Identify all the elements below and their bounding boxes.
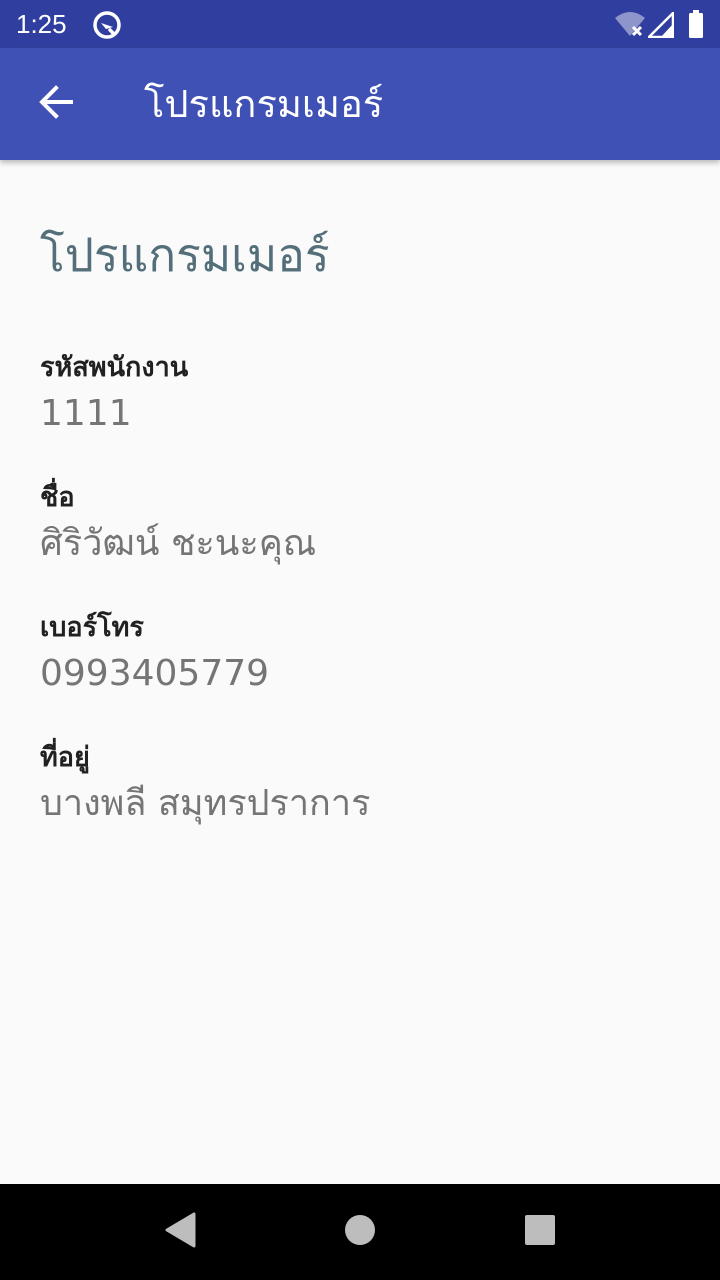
name-value: ศิริวัฒน์ ชะนะคุณ [40, 523, 317, 564]
address-field: ที่อยู่ บางพลี สมุทรปราการ [40, 740, 680, 828]
app-bar: โปรแกรมเมอร์ [0, 48, 720, 160]
app-bar-title: โปรแกรมเมอร์ [144, 82, 384, 126]
navigation-bar [0, 1184, 720, 1280]
signal-icon [647, 11, 675, 39]
employee-id-field: รหัสพนักงาน 1111 [40, 350, 680, 438]
nav-back-icon [164, 1212, 196, 1252]
nav-home-icon [344, 1214, 376, 1250]
app-notification-icon [92, 10, 122, 40]
battery-icon [688, 10, 704, 38]
nav-recents-icon [524, 1214, 556, 1250]
nav-back-button[interactable] [156, 1208, 204, 1256]
nav-home-button[interactable] [336, 1208, 384, 1256]
employee-id-value: 1111 [40, 393, 132, 434]
wifi-icon [614, 10, 646, 38]
position-title: โปรแกรมเมอร์ [40, 230, 330, 281]
arrow-back-icon [38, 84, 74, 124]
employee-id-label: รหัสพนักงาน [40, 352, 189, 383]
name-label: ชื่อ [40, 482, 75, 513]
status-time: 1:25 [16, 9, 67, 39]
phone-value: 0993405779 [40, 653, 270, 694]
address-value: บางพลี สมุทรปราการ [40, 783, 371, 824]
back-button[interactable] [24, 72, 88, 136]
phone-label: เบอร์โทร [40, 612, 144, 643]
address-label: ที่อยู่ [40, 742, 90, 773]
name-field: ชื่อ ศิริวัฒน์ ชะนะคุณ [40, 480, 680, 568]
status-bar: 1:25 [0, 0, 720, 48]
nav-recents-button[interactable] [516, 1208, 564, 1256]
phone-field: เบอร์โทร 0993405779 [40, 610, 680, 698]
